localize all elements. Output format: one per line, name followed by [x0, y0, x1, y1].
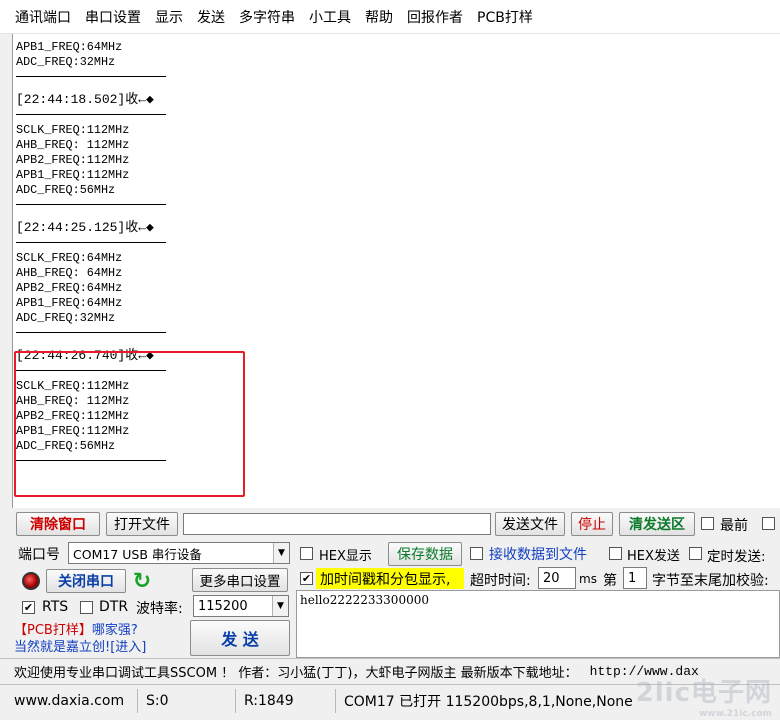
nth-input[interactable]: 1 — [623, 567, 647, 589]
port-select[interactable]: COM17 USB 串行设备 ▼ — [68, 542, 290, 564]
baud-select[interactable]: 115200 ▼ — [193, 595, 289, 617]
status-site[interactable]: www.daxia.com — [8, 689, 138, 713]
save-data-button[interactable]: 保存数据 — [388, 542, 462, 566]
port-value: COM17 USB 串行设备 — [73, 546, 202, 562]
receive-line: ADC_FREQ:56MHz — [16, 183, 116, 197]
menu-item-5[interactable]: 小工具 — [302, 7, 358, 27]
timeout-label: 超时时间: — [470, 573, 531, 589]
timed-send-checkbox[interactable] — [689, 547, 702, 560]
timeout-input[interactable]: 20 — [538, 567, 576, 589]
hex-send-checkbox[interactable] — [609, 547, 622, 560]
send-file-button[interactable]: 发送文件 — [495, 512, 565, 536]
receive-timestamp: [22:44:25.125]收←◆ — [16, 220, 154, 235]
recv-to-file-checkbox[interactable] — [470, 547, 483, 560]
receive-line: APB1_FREQ:64MHz — [16, 40, 123, 54]
chevron-down-icon[interactable]: ▼ — [273, 543, 289, 563]
status-port-state: COM17 已打开 115200bps,8,1,None,None — [344, 694, 633, 710]
clear-send-button[interactable]: 清发送区 — [619, 512, 695, 536]
receive-line: ADC_FREQ:32MHz — [16, 55, 116, 69]
clear-window-button[interactable]: 清除窗口 — [16, 512, 100, 536]
close-port-button[interactable]: 关闭串口 — [46, 569, 126, 593]
hex-send-label: HEX发送 — [627, 549, 680, 564]
rts-checkbox[interactable]: ✔ — [22, 601, 35, 614]
timeout-unit: ms — [579, 572, 597, 586]
refresh-icon[interactable]: ↻ — [130, 569, 154, 594]
status-sent: S:0 — [140, 689, 236, 713]
hex-display-label: HEX显示 — [319, 549, 372, 564]
control-panel: 清除窗口 打开文件 发送文件 停止 清发送区 最前 端口号 COM17 USB … — [0, 508, 780, 658]
menu-item-4[interactable]: 多字符串 — [232, 7, 302, 27]
receive-line: APB2_FREQ:64MHz — [16, 281, 123, 295]
receive-separator — [16, 332, 166, 333]
rts-label: RTS — [42, 599, 69, 615]
byte-checksum-label: 字节至末尾加校验: — [652, 573, 769, 589]
send-input[interactable]: hello2222233300000 — [296, 590, 780, 658]
promo-answer[interactable]: 当然就是嘉立创! — [14, 640, 110, 655]
dtr-label: DTR — [99, 599, 129, 615]
receive-separator — [16, 204, 166, 205]
receive-line: ADC_FREQ:32MHz — [16, 311, 116, 325]
port-status-led-icon — [22, 572, 40, 590]
receive-line: SCLK_FREQ:64MHz — [16, 251, 123, 265]
promo-pcb[interactable]: 【PCB打样】 — [14, 623, 92, 638]
chevron-down-icon[interactable]: ▼ — [272, 596, 288, 616]
receive-line: AHB_FREQ: 112MHz — [16, 394, 130, 408]
file-path-input[interactable] — [183, 513, 491, 535]
send-button[interactable]: 发 送 — [190, 620, 290, 656]
receive-line: SCLK_FREQ:112MHz — [16, 379, 130, 393]
menu-item-3[interactable]: 发送 — [190, 7, 232, 27]
receive-line: APB1_FREQ:112MHz — [16, 168, 130, 182]
dtr-checkbox[interactable] — [80, 601, 93, 614]
menu-item-2[interactable]: 显示 — [148, 7, 190, 27]
nth-label: 第 — [603, 573, 617, 589]
menu-item-8[interactable]: PCB打样 — [470, 7, 540, 27]
receive-line: APB2_FREQ:112MHz — [16, 409, 130, 423]
receive-separator — [16, 370, 166, 371]
receive-separator — [16, 114, 166, 115]
receive-area[interactable]: APB1_FREQ:64MHz ADC_FREQ:32MHz [22:44:18.5… — [12, 34, 780, 508]
extra-checkbox[interactable] — [762, 517, 775, 530]
receive-line: SCLK_FREQ:112MHz — [16, 123, 130, 137]
receive-line: AHB_FREQ: 64MHz — [16, 266, 123, 280]
ticker-text: 欢迎使用专业串口调试工具SSCOM ！ 作者：习小猛(丁丁)，大虾电子网版主 最… — [14, 666, 578, 681]
baud-value: 115200 — [198, 598, 248, 614]
receive-timestamp: [22:44:26.740]收←◆ — [16, 348, 154, 363]
receive-separator — [16, 460, 166, 461]
menu-item-6[interactable]: 帮助 — [358, 7, 400, 27]
latest-label: 最前 — [720, 518, 748, 534]
open-file-button[interactable]: 打开文件 — [106, 512, 178, 536]
receive-line: ADC_FREQ:56MHz — [16, 439, 116, 453]
port-label: 端口号 — [18, 547, 60, 563]
receive-separator — [16, 76, 166, 77]
receive-line: APB1_FREQ:112MHz — [16, 424, 130, 438]
stop-button[interactable]: 停止 — [571, 512, 613, 536]
promo-text[interactable]: 【PCB打样】哪家强? 当然就是嘉立创![进入] — [14, 622, 146, 656]
menu-bar: 通讯端口 串口设置 显示 发送 多字符串 小工具 帮助 回报作者 PCB打样 — [0, 0, 780, 34]
watermark-logo: 2lic电子网 www.21ic.com — [635, 678, 772, 719]
receive-separator — [16, 242, 166, 243]
timed-send-label: 定时发送: — [707, 549, 766, 565]
receive-line: APB2_FREQ:112MHz — [16, 153, 130, 167]
receive-timestamp: [22:44:18.502]收←◆ — [16, 92, 154, 107]
menu-item-7[interactable]: 回报作者 — [400, 7, 470, 27]
menu-item-0[interactable]: 通讯端口 — [8, 7, 78, 27]
receive-line: APB1_FREQ:64MHz — [16, 296, 123, 310]
promo-enter-link[interactable]: [进入] — [110, 640, 146, 655]
timestamp-label: 加时间戳和分包显示, — [320, 572, 451, 588]
hex-display-checkbox[interactable] — [300, 547, 313, 560]
baud-label: 波特率: — [136, 601, 183, 617]
timestamp-checkbox[interactable]: ✔ — [300, 572, 313, 585]
promo-question[interactable]: 哪家强? — [92, 623, 138, 638]
more-settings-button[interactable]: 更多串口设置 — [192, 568, 288, 592]
receive-line: AHB_FREQ: 112MHz — [16, 138, 130, 152]
menu-item-1[interactable]: 串口设置 — [78, 7, 148, 27]
receive-text: APB1_FREQ:64MHz ADC_FREQ:32MHz [22:44:18.5… — [16, 40, 166, 475]
latest-checkbox[interactable] — [701, 517, 714, 530]
status-received: R:1849 — [238, 689, 336, 713]
recv-to-file-label: 接收数据到文件 — [489, 547, 587, 563]
